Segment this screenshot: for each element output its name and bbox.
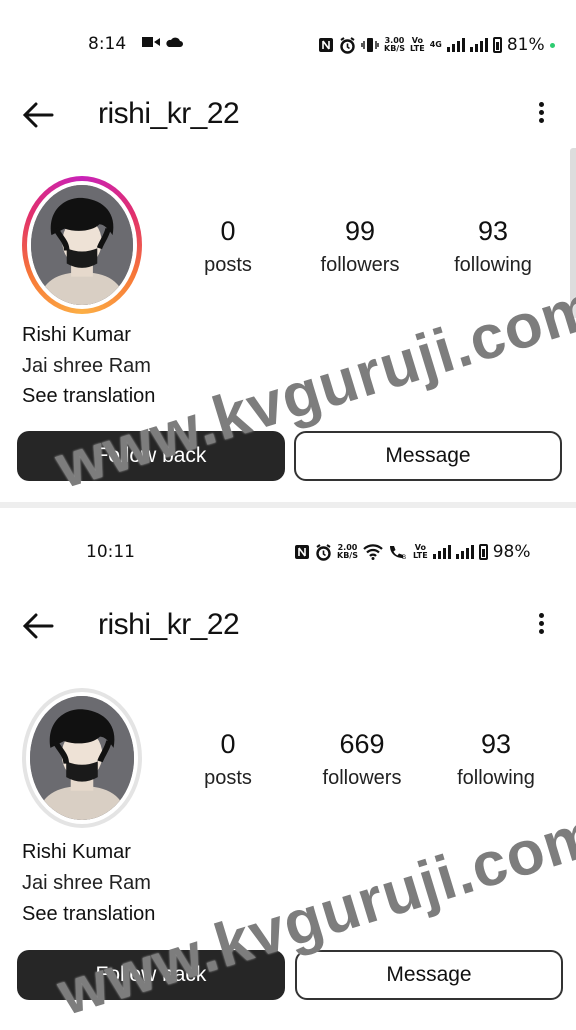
signal-icon (432, 545, 451, 559)
stat-followers[interactable]: 669 followers (302, 729, 422, 791)
profile-username: rishi_kr_22 (98, 608, 240, 641)
battery-icon (492, 37, 502, 53)
profile-bio: Jai shree Ram (22, 872, 151, 894)
profile-name: Rishi Kumar (22, 324, 131, 346)
following-count: 93 (477, 216, 509, 246)
signal-icon (446, 38, 465, 52)
status-right-icons: 2.00 KB/S B Vo LTE 98% (294, 542, 530, 562)
followers-label: followers (322, 767, 402, 789)
status-right-icons: 3.00 KB/S Vo LTE 4G 81% (318, 35, 555, 55)
screen-2: 10:11 2.00 KB/S B Vo LTE 98% rishi_kr_22 (0, 508, 576, 1029)
alarm-icon (316, 543, 331, 561)
network-speed: 3.00 KB/S (384, 36, 405, 53)
see-translation-link[interactable]: See translation (22, 903, 155, 926)
nfc-icon (319, 38, 333, 52)
alarm-icon (340, 36, 355, 54)
scroll-indicator (570, 148, 576, 318)
profile-username: rishi_kr_22 (98, 97, 240, 130)
profile-header: rishi_kr_22 (0, 85, 576, 145)
followers-label: followers (320, 254, 400, 276)
profile-name: Rishi Kumar (22, 841, 131, 863)
status-time: 10:11 (86, 542, 135, 562)
stat-posts[interactable]: 0 posts (168, 729, 288, 791)
signal-icon-2 (469, 38, 488, 52)
vibrate-icon (361, 38, 379, 52)
more-options-icon[interactable] (536, 99, 546, 129)
following-label: following (454, 254, 532, 276)
screen-1: 8:14 3.00 KB/S Vo LTE 4G 81% rishi_kr_22 (0, 0, 576, 502)
stat-following[interactable]: 93 following (433, 216, 553, 278)
cloud-icon (166, 37, 183, 47)
battery-percent: 98% (492, 542, 531, 562)
net-type: 4G (429, 40, 442, 49)
followers-count: 669 (339, 729, 385, 759)
avatar-illustration (30, 696, 134, 820)
posts-count: 0 (220, 216, 236, 246)
status-bar: 8:14 3.00 KB/S Vo LTE 4G 81% (0, 26, 576, 66)
followers-count: 99 (344, 216, 376, 246)
signal-icon-2 (455, 545, 474, 559)
video-icon (142, 37, 160, 47)
back-arrow-icon[interactable] (20, 97, 56, 133)
following-count: 93 (480, 729, 512, 759)
profile-bio: Jai shree Ram (22, 355, 151, 377)
wifi-icon (363, 544, 383, 560)
avatar[interactable] (22, 176, 142, 314)
follow-back-button[interactable]: Follow back (17, 950, 285, 1000)
profile-header: rishi_kr_22 (0, 596, 576, 656)
stat-posts[interactable]: 0 posts (168, 216, 288, 278)
svg-text:B: B (402, 554, 406, 560)
volte-badge: Vo LTE (412, 543, 428, 560)
posts-count: 0 (220, 729, 236, 759)
message-button[interactable]: Message (294, 431, 562, 481)
posts-label: posts (204, 767, 252, 789)
back-arrow-icon[interactable] (20, 608, 56, 644)
more-options-icon[interactable] (536, 610, 546, 640)
avatar-illustration (31, 185, 133, 305)
posts-label: posts (204, 254, 252, 276)
see-translation-link[interactable]: See translation (22, 385, 155, 408)
battery-percent: 81% (506, 35, 545, 55)
stat-followers[interactable]: 99 followers (300, 216, 420, 278)
call-icon: B (389, 546, 406, 560)
stat-following[interactable]: 93 following (436, 729, 556, 791)
privacy-dot (549, 42, 555, 48)
network-speed: 2.00 KB/S (337, 543, 358, 560)
status-bar: 10:11 2.00 KB/S B Vo LTE 98% (0, 536, 576, 576)
status-time: 8:14 (88, 34, 127, 54)
status-left-icons (142, 36, 183, 48)
following-label: following (457, 767, 535, 789)
battery-icon (478, 544, 488, 560)
nfc-icon (295, 545, 309, 559)
message-button[interactable]: Message (295, 950, 563, 1000)
avatar[interactable] (22, 688, 142, 828)
volte-badge: Vo LTE (409, 36, 425, 53)
follow-back-button[interactable]: Follow back (17, 431, 285, 481)
